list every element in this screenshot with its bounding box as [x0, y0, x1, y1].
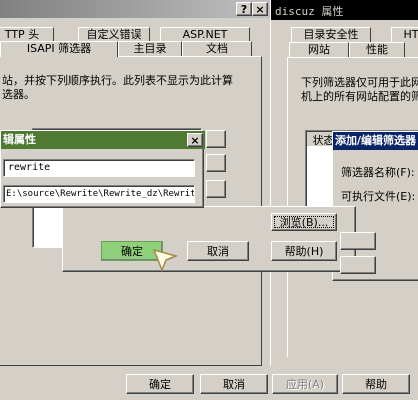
- filter-side-button-2[interactable]: [206, 154, 226, 172]
- right-side-button-2[interactable]: [340, 256, 376, 274]
- add-edit-filter-titlebar: 添加/编辑筛选器: [333, 132, 418, 150]
- left-window-titlebar: [0, 0, 270, 18]
- tab-performance[interactable]: 性能: [349, 42, 405, 58]
- right-description-line2: 机上的所有网站配置的筛: [301, 90, 418, 103]
- isapi-description-line2: 选器。: [2, 88, 35, 101]
- close-title-button[interactable]: ×: [252, 2, 268, 16]
- tab-home-directory[interactable]: 主目录: [118, 41, 182, 57]
- filter-name-label: 筛选器名称(F):: [341, 166, 415, 179]
- tab-isapi-filters[interactable]: ISAPI 筛选器: [0, 41, 118, 57]
- help-title-button[interactable]: ?: [236, 2, 252, 16]
- isapi-description-line1: 站，并按下列顺序执行。此列表不显示为此计算: [2, 74, 233, 87]
- executable-path-input[interactable]: E:\source\Rewrite\Rewrite_dz\Rewrit: [3, 185, 195, 203]
- right-window-titlebar: discuz 属性: [271, 0, 418, 20]
- tab-directory-security[interactable]: 目录安全性: [291, 27, 371, 43]
- executable-label: 可执行文件(E):: [341, 190, 416, 203]
- browse-button[interactable]: 浏览(B)...: [271, 213, 337, 231]
- right-window-title: discuz 属性: [275, 5, 344, 18]
- mouse-cursor-icon: [152, 248, 178, 272]
- filter-properties-titlebar: 辑属性: [1, 131, 205, 149]
- tab-documents[interactable]: 文档: [182, 41, 252, 57]
- filter-properties-close-button[interactable]: ×: [187, 133, 203, 147]
- bottom-cancel-button[interactable]: 取消: [200, 374, 268, 394]
- cancel-button[interactable]: 取消: [187, 241, 249, 261]
- bottom-help-button[interactable]: 帮助: [342, 374, 410, 394]
- edit-filter-dialog: 浏览(B)... 确定 取消 帮助(H): [62, 206, 356, 272]
- filter-side-button-1[interactable]: [206, 130, 226, 148]
- tab-http-partial[interactable]: HT: [391, 27, 418, 43]
- filter-side-button-3[interactable]: [206, 180, 226, 198]
- bottom-apply-button[interactable]: 应用(A): [272, 374, 338, 394]
- help-button[interactable]: 帮助(H): [271, 241, 337, 261]
- tab-website[interactable]: 网站: [289, 42, 349, 58]
- right-side-button-1[interactable]: [340, 232, 376, 250]
- bottom-ok-button[interactable]: 确定: [126, 374, 194, 394]
- filter-properties-dialog: 辑属性 × rewrite E:\source\Rewrite\Rewrite_…: [0, 130, 205, 208]
- filter-name-input[interactable]: rewrite: [3, 159, 195, 177]
